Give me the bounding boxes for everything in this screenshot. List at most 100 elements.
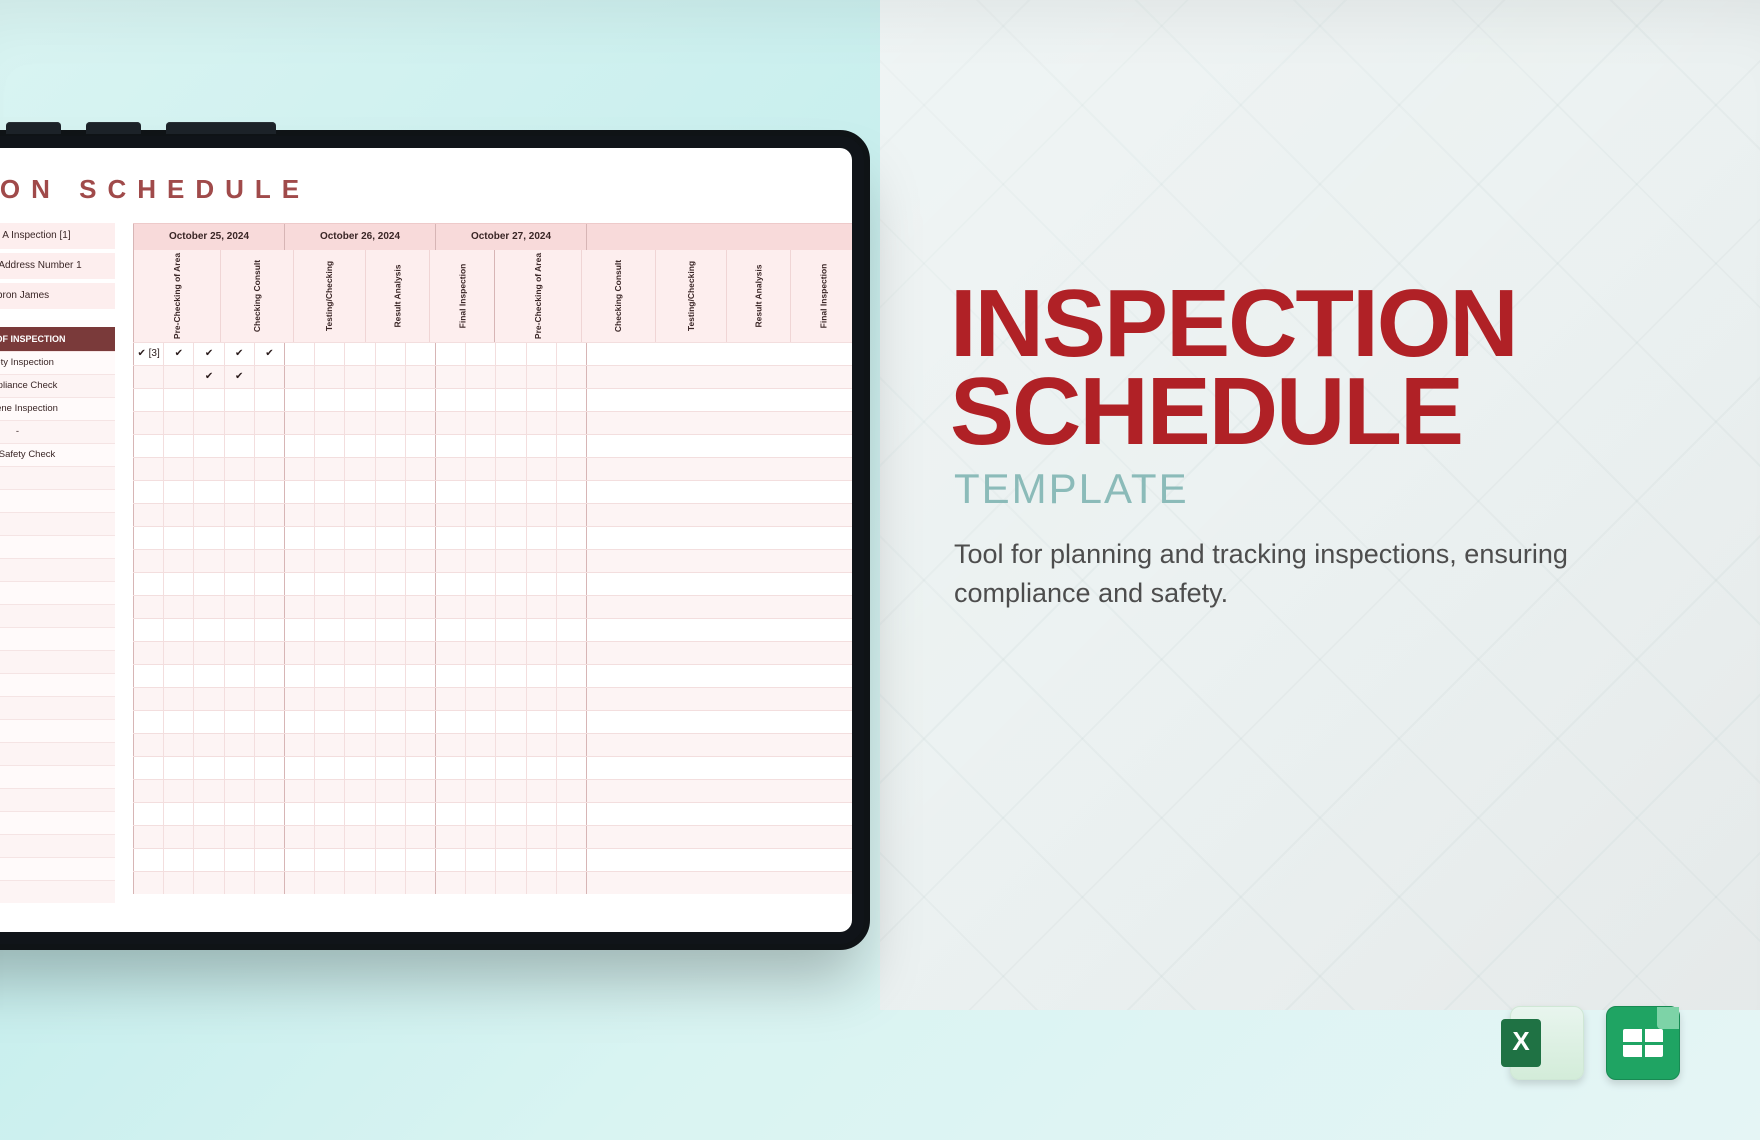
calendar-cell [465,803,495,825]
calendar-cell [314,458,344,480]
calendar-cell [285,872,314,894]
calendar-cell [495,665,525,687]
calendar-cell [224,550,254,572]
calendar-cell [314,550,344,572]
table-row: .. [0,466,115,489]
calendar-cell [224,849,254,871]
calendar-cell [163,665,193,687]
calendar-cell [556,481,586,503]
calendar-cell [134,619,163,641]
calendar-cell [495,849,525,871]
calendar-cell [526,688,556,710]
calendar-cell [224,596,254,618]
calendar-cell [465,780,495,802]
calendar-cell [314,734,344,756]
calendar-cell [285,849,314,871]
calendar-row [133,388,852,411]
calendar-cell [526,826,556,848]
calendar-row [133,572,852,595]
calendar-cell [163,573,193,595]
calendar-cell [405,711,435,733]
calendar-cell [465,458,495,480]
calendar-cell [556,596,586,618]
calendar-cell [163,596,193,618]
calendar-cell [193,872,223,894]
calendar-cell [254,619,284,641]
table-row: .. [0,650,115,673]
calendar-cell [163,757,193,779]
calendar-cell [285,803,314,825]
calendar-cell [495,711,525,733]
calendar-cell [495,504,525,526]
calendar-cell [465,711,495,733]
promo-panel: INSPECTION SCHEDULE TEMPLATE Tool for pl… [950,280,1650,613]
calendar-cell [134,550,163,572]
calendar-cell [465,573,495,595]
calendar-row [133,411,852,434]
calendar-cell [344,803,374,825]
calendar-cell [285,389,314,411]
calendar-cell [344,343,374,365]
calendar-cell [134,573,163,595]
calendar-cell [344,527,374,549]
calendar-cell: ✔ [3] [134,343,163,365]
table-row: .. [0,880,115,903]
calendar-cell [344,412,374,434]
calendar-cell [405,688,435,710]
calendar-cell [375,412,405,434]
calendar-cell [163,458,193,480]
calendar-cell: ✔ [224,343,254,365]
calendar-cell [285,504,314,526]
calendar-cell [134,803,163,825]
calendar-cell [436,481,465,503]
calendar-cell [526,412,556,434]
calendar-cell [344,481,374,503]
calendar-cell [344,872,374,894]
calendar-cell [405,849,435,871]
calendar-cell [526,343,556,365]
slot-header: Checking Consult [581,250,654,342]
calendar-cell [134,504,163,526]
calendar-cell [224,780,254,802]
sheet-title: INSPECTION SCHEDULE [0,174,830,205]
calendar-cell [556,550,586,572]
calendar-row: ✔✔ [133,365,852,388]
meta-row: Head InspectorLebron James [0,283,115,309]
calendar-cell [285,596,314,618]
calendar-cell [254,389,284,411]
excel-icon [1510,1006,1584,1080]
calendar-cell [495,826,525,848]
calendar-cell [163,780,193,802]
calendar-cell [526,596,556,618]
calendar-cell [134,665,163,687]
calendar-cell [314,596,344,618]
calendar-cell [254,872,284,894]
calendar-cell [556,366,586,388]
calendar-cell [254,642,284,664]
calendar-row [133,802,852,825]
calendar-cell [436,619,465,641]
calendar-cell [193,849,223,871]
calendar-cell [526,527,556,549]
slot-header: Result Analysis [365,250,429,342]
calendar-cell [224,826,254,848]
calendar-cell [375,849,405,871]
calendar-cell [254,504,284,526]
calendar-cell [193,481,223,503]
calendar-cell [556,619,586,641]
calendar-cell [314,803,344,825]
day-header: October 26, 2024 [284,224,435,250]
calendar-cell [134,688,163,710]
calendar-cell [526,803,556,825]
calendar-cell [436,734,465,756]
calendar-cell [314,780,344,802]
meta-row: LocationComplete Address Number 1 [0,253,115,279]
calendar-cell [526,481,556,503]
calendar-cell [314,435,344,457]
promo-description: Tool for planning and tracking inspectio… [954,535,1594,613]
calendar-cell [526,849,556,871]
calendar-cell [163,366,193,388]
calendar-cell [405,826,435,848]
calendar-cell [254,734,284,756]
calendar-cell [193,573,223,595]
